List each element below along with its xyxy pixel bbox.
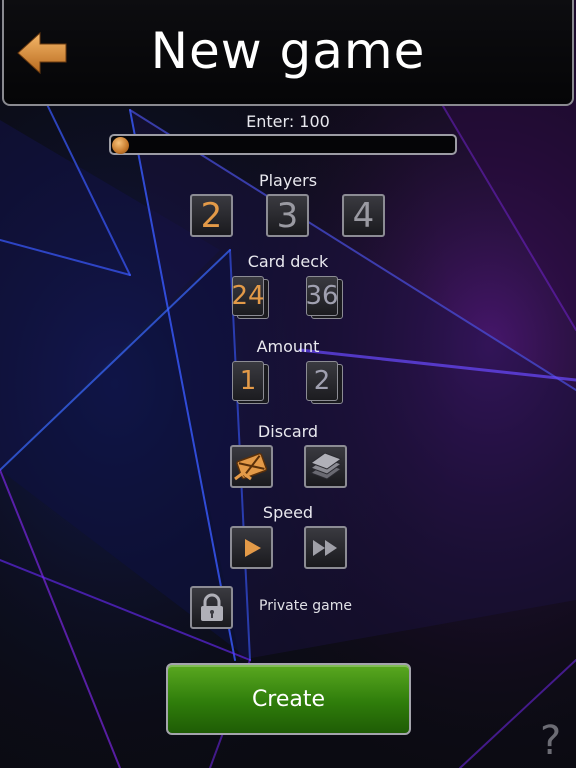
- amount-option-2[interactable]: 2: [306, 361, 344, 405]
- speed-option-normal[interactable]: [230, 526, 273, 569]
- lock-icon: [200, 593, 223, 621]
- players-option-4[interactable]: 4: [342, 194, 385, 237]
- enter-label: Enter: 100: [246, 112, 330, 131]
- discard-option-stack[interactable]: [304, 445, 347, 488]
- create-button[interactable]: Create: [166, 663, 411, 735]
- amount-label: Amount: [256, 337, 320, 356]
- amount-value: 2: [306, 361, 338, 401]
- discard-option-discard[interactable]: [230, 445, 273, 488]
- card-deck-option-24[interactable]: 24: [231, 276, 270, 320]
- header-bar: New game: [2, 0, 574, 106]
- players-option-3[interactable]: 3: [266, 194, 309, 237]
- amount-option-1[interactable]: 1: [232, 361, 270, 405]
- slider-knob[interactable]: [112, 137, 129, 154]
- card-deck-value: 24: [231, 276, 265, 316]
- fast-forward-icon: [312, 539, 337, 556]
- discard-label: Discard: [257, 422, 319, 441]
- enter-slider[interactable]: [109, 134, 457, 155]
- help-button[interactable]: ?: [540, 718, 561, 764]
- play-icon: [244, 538, 261, 557]
- discard-cards-icon: [233, 452, 267, 480]
- private-game-toggle[interactable]: [190, 586, 233, 629]
- players-option-2[interactable]: 2: [190, 194, 233, 237]
- card-deck-option-36[interactable]: 36: [305, 276, 344, 320]
- speed-option-fast[interactable]: [304, 526, 347, 569]
- private-game-label: Private game: [259, 598, 352, 614]
- amount-value: 1: [232, 361, 264, 401]
- speed-label: Speed: [262, 503, 314, 522]
- page-title: New game: [150, 22, 426, 80]
- players-label: Players: [258, 171, 318, 190]
- card-stack-icon: [309, 451, 342, 480]
- card-deck-label: Card deck: [247, 252, 329, 271]
- card-deck-value: 36: [305, 276, 339, 316]
